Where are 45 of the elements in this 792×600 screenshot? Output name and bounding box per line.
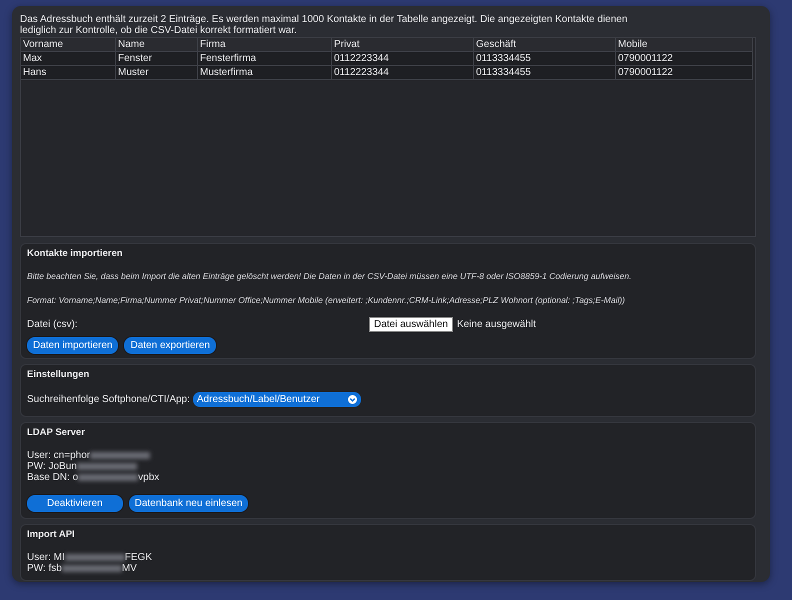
table-cell: 0113334455 (474, 52, 616, 66)
field-label: Suchreihenfolge Softphone/CTI/App: (27, 394, 190, 405)
notice-text: Bitte beachten Sie, dass beim Import die alten Einträge gelöscht werden! Die Daten in der CSV-Datei müssen eine UTF-8 oder ISO8859-1 Codierung aufweisen. (27, 271, 632, 281)
redacted-text (64, 554, 125, 561)
section-title: Kontakte importieren (27, 248, 123, 259)
section-title: LDAP Server (27, 427, 85, 438)
format-text: Format: Vorname;Name;Firma;Nummer Privat;Nummer Office;Nummer Mobile (erweitert: ;Kundennr.;CRM-Link;Adresse;PLZ Wohnort (optional: ;Tags;E-Mail)) (27, 295, 626, 305)
credential-text: User: cn=phor (27, 450, 749, 461)
column-header: Mobile (616, 38, 752, 52)
file-status: Keine ausgewählt (456, 319, 536, 330)
section-title: Einstellungen (27, 369, 90, 380)
column-header: Privat (332, 38, 474, 52)
reload-button[interactable]: Datenbank neu einlesen (128, 495, 248, 512)
redacted-text (78, 474, 138, 481)
credential-text: Base DN: o vpbx (27, 472, 160, 483)
file-button[interactable]: Datei auswählen (369, 317, 453, 332)
table-cell: Fenster (116, 52, 198, 66)
chevron-down-icon (348, 395, 357, 404)
table-cell: 0113334455 (474, 66, 616, 80)
credential-text: PW: fsb MV (27, 563, 138, 574)
table-cell: 0790001122 (616, 66, 752, 80)
column-header: Vorname (21, 38, 116, 52)
table-cell: 0112223344 (332, 66, 474, 80)
column-header: Firma (198, 38, 332, 52)
column-header: Name (116, 38, 198, 52)
table-cell: Muster (116, 66, 198, 80)
redacted-text (62, 564, 122, 572)
credential-text: PW: JoBun (27, 461, 749, 472)
field-label: Datei (csv): (27, 319, 79, 330)
redacted-text (76, 462, 137, 470)
table-cell: Fensterfirma (198, 52, 332, 66)
table-cell: Hans (21, 66, 116, 80)
select-field[interactable]: Adressbuch/Label/Benutzer (192, 392, 361, 407)
export-button[interactable]: Daten exportieren (124, 337, 216, 354)
table-cell: 0112223344 (332, 52, 474, 66)
intro-text: Das Adressbuch enthält zurzeit 2 Einträge. Es werden maximal 1000 Kontakte in der Tabelle angezeigt. Die angezeigten Kontakte dienen lediglich zur Kontrolle, ob die CSV-Datei korrekt formatiert war. (20, 14, 628, 36)
column-header: Geschäft (474, 38, 616, 52)
table-cell: 0790001122 (616, 52, 752, 66)
section-title: Import API (27, 529, 75, 540)
table-cell: Max (21, 52, 116, 66)
deactivate-button[interactable]: Deaktivieren (27, 495, 123, 512)
credential-text: User: MI FEGK (27, 552, 154, 563)
table-cell: Musterfirma (198, 66, 332, 80)
import-button[interactable]: Daten importieren (27, 337, 118, 354)
redacted-text (90, 452, 150, 459)
